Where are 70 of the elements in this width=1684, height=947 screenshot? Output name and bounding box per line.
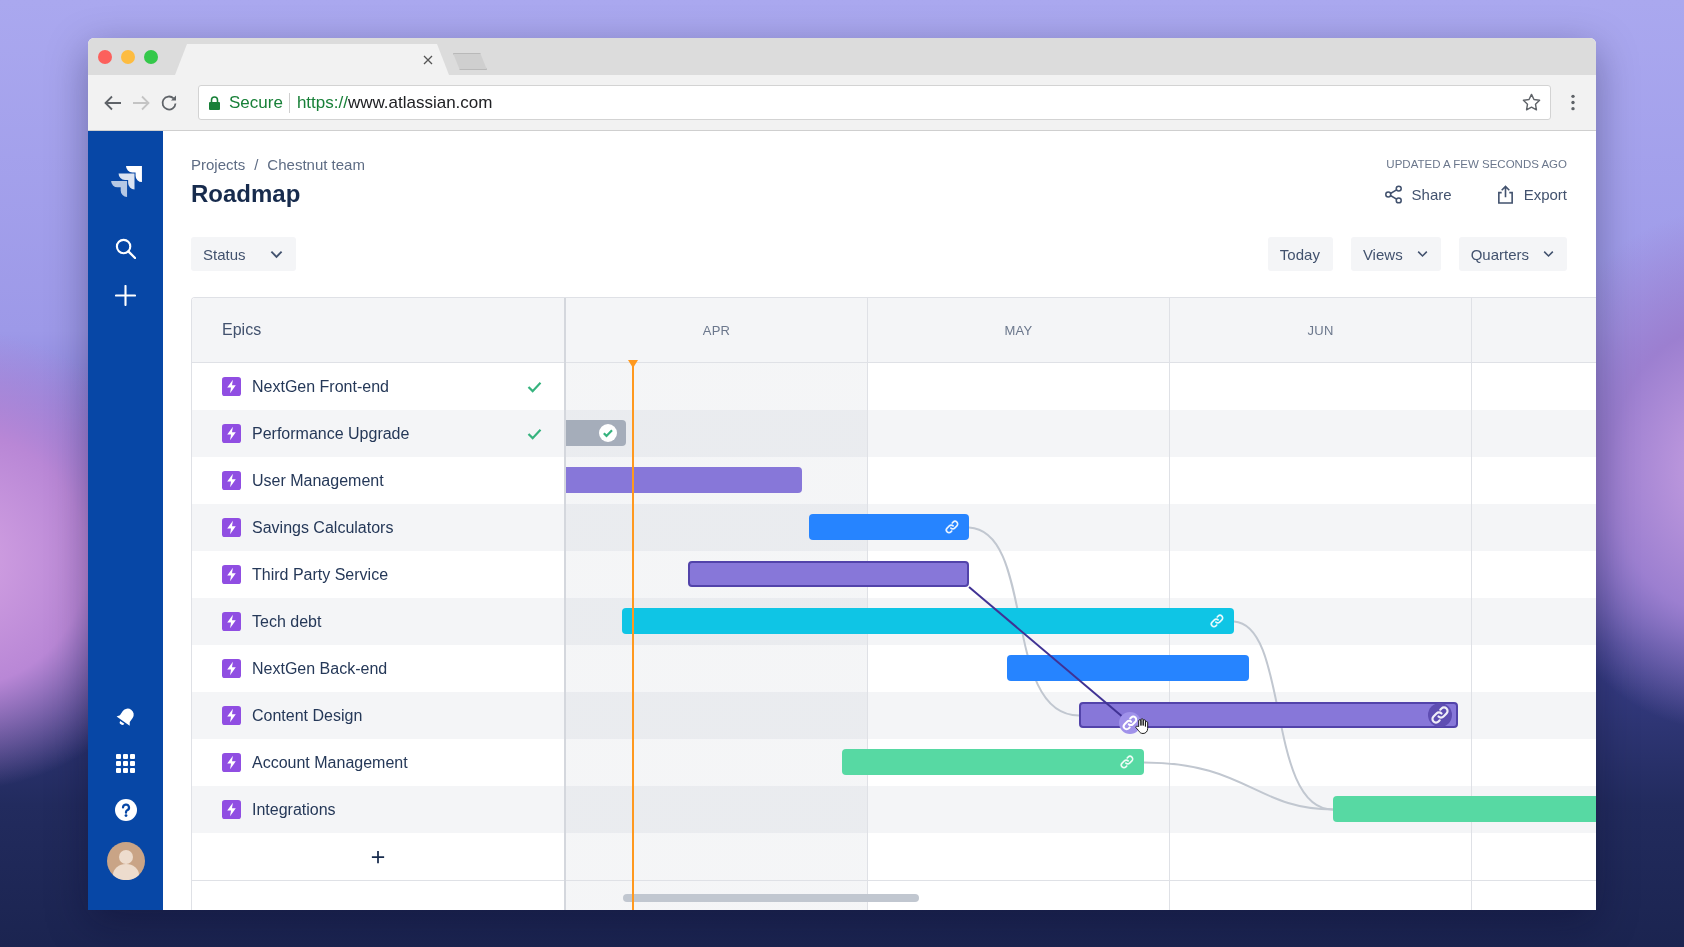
epic-name: Tech debt: [252, 612, 322, 631]
breadcrumb-separator: /: [254, 155, 259, 173]
user-avatar[interactable]: [106, 842, 145, 880]
hand-cursor-icon: [1134, 718, 1149, 734]
lightning-icon: [222, 518, 241, 537]
update-status-text: UPDATED A FEW SECONDS AGO: [1386, 157, 1567, 172]
epic-name: Content Design: [252, 706, 363, 725]
epic-row[interactable]: Savings Calculators: [192, 504, 564, 551]
epic-row[interactable]: Content Design: [192, 692, 564, 739]
star-icon[interactable]: [1522, 93, 1541, 112]
reload-icon[interactable]: [160, 93, 178, 112]
lightning-icon: [222, 565, 241, 584]
column-header: Epics: [192, 298, 564, 363]
epic-name: Integrations: [252, 800, 336, 819]
lightning-icon: [222, 471, 241, 490]
export-icon: [1495, 184, 1515, 204]
chevron-down-icon: [269, 249, 283, 259]
bell-icon[interactable]: [114, 706, 137, 728]
lightning-icon: [222, 753, 241, 772]
breadcrumb-link[interactable]: Chestnut team: [267, 155, 365, 173]
url-text: https://www.atlassian.com: [296, 92, 493, 113]
epic-name: Savings Calculators: [252, 518, 394, 537]
breadcrumb-link[interactable]: Projects: [191, 155, 246, 173]
add-icon[interactable]: [371, 849, 385, 864]
roadmap-bar[interactable]: [1079, 702, 1458, 728]
toolbar-button[interactable]: Today: [1267, 237, 1333, 271]
month-label: MAY: [1004, 322, 1033, 338]
dropdown-button[interactable]: Status: [191, 237, 296, 271]
lightning-icon: [222, 659, 241, 678]
epic-name: Performance Upgrade: [252, 424, 410, 443]
search-icon[interactable]: [115, 238, 136, 259]
lightning-icon: [222, 706, 241, 725]
back-arrow-icon[interactable]: [104, 93, 122, 112]
epic-row[interactable]: Tech debt: [192, 598, 564, 645]
dropdown-button[interactable]: Quarters: [1458, 237, 1567, 271]
epic-row[interactable]: Performance Upgrade: [192, 410, 564, 457]
epic-name: NextGen Back-end: [252, 659, 388, 678]
month-label: APR: [702, 322, 731, 338]
lightning-icon: [222, 377, 241, 396]
lightning-icon: [222, 424, 241, 443]
grid-icon[interactable]: [116, 754, 135, 773]
epic-row[interactable]: Integrations: [192, 786, 564, 833]
window-close-button[interactable]: [98, 49, 112, 64]
scrollbar-thumb[interactable]: [623, 894, 919, 902]
roadmap-bar[interactable]: [688, 561, 969, 587]
page-title: Roadmap: [191, 179, 302, 209]
lightning-icon: [222, 612, 241, 631]
epic-name: User Management: [252, 471, 384, 490]
epic-name: NextGen Front-end: [252, 377, 389, 396]
secure-label: Secure: [229, 92, 283, 113]
window-zoom-button[interactable]: [144, 49, 158, 64]
close-icon[interactable]: [423, 54, 433, 65]
address-bar[interactable]: Secure https://www.atlassian.com: [198, 85, 1551, 120]
month-label: JUN: [1307, 322, 1334, 338]
lightning-icon: [222, 800, 241, 819]
epic-name: Third Party Service: [252, 565, 389, 584]
help-icon[interactable]: [114, 799, 137, 821]
export-button[interactable]: Export: [1495, 184, 1567, 204]
chevron-down-icon: [1416, 250, 1428, 258]
logo-icon[interactable]: [108, 165, 143, 199]
share-button[interactable]: Share: [1383, 184, 1452, 204]
dropdown-button[interactable]: Views: [1350, 237, 1441, 271]
more-menu-icon[interactable]: [1571, 94, 1575, 111]
share-icon: [1383, 184, 1403, 204]
chevron-down-icon: [1543, 250, 1554, 258]
link-icon[interactable]: [1428, 703, 1452, 727]
lock-icon: [209, 95, 220, 110]
roadmap-bar[interactable]: [566, 420, 626, 446]
epic-name: Account Management: [252, 753, 408, 772]
link-icon[interactable]: [943, 518, 961, 536]
